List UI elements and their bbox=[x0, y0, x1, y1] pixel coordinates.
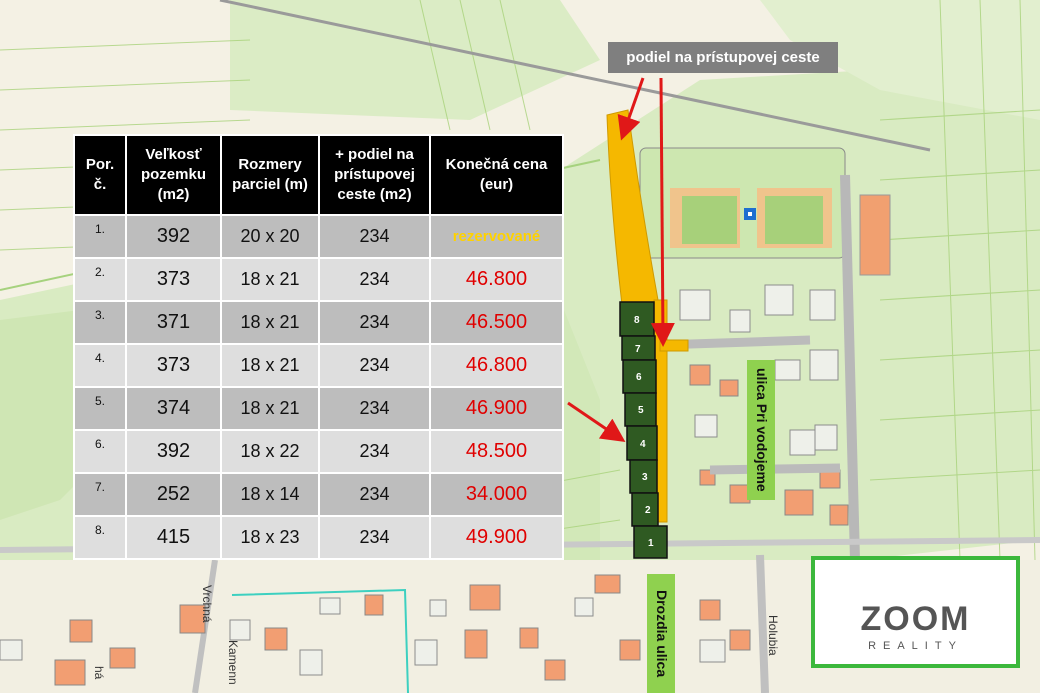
street-label-pri-vodojeme: ulica Pri vodojeme bbox=[747, 360, 775, 500]
row-share: 234 bbox=[318, 472, 431, 517]
row-size: 415 bbox=[125, 515, 222, 560]
row-share: 234 bbox=[318, 257, 431, 302]
table-row: 6. 392 18 x 22 234 48.500 bbox=[73, 429, 564, 474]
row-number: 3. bbox=[73, 300, 127, 345]
arrow-callout-right bbox=[650, 77, 675, 347]
street-label-drozdia: Drozdia ulica bbox=[647, 574, 675, 693]
row-size: 392 bbox=[125, 429, 222, 474]
row-price: 49.900 bbox=[429, 515, 564, 560]
plot-label-3: 3 bbox=[642, 472, 648, 483]
row-share: 234 bbox=[318, 515, 431, 560]
row-price: 46.900 bbox=[429, 386, 564, 431]
row-dims: 18 x 21 bbox=[220, 257, 320, 302]
row-size: 252 bbox=[125, 472, 222, 517]
row-number: 7. bbox=[73, 472, 127, 517]
table-header-row: Por. č. Veľkosť pozemku (m2) Rozmery par… bbox=[73, 134, 564, 216]
header-price: Konečná cena (eur) bbox=[429, 134, 564, 216]
row-number: 1. bbox=[73, 214, 127, 259]
row-dims: 18 x 21 bbox=[220, 343, 320, 388]
row-price: 46.500 bbox=[429, 300, 564, 345]
logo-word: ZOOM bbox=[860, 600, 971, 638]
row-price: 46.800 bbox=[429, 343, 564, 388]
plot-label-1: 1 bbox=[648, 538, 654, 549]
row-price: 34.000 bbox=[429, 472, 564, 517]
table-row: 8. 415 18 x 23 234 49.900 bbox=[73, 515, 564, 560]
plot-label-4: 4 bbox=[640, 439, 646, 450]
table-row: 3. 371 18 x 21 234 46.500 bbox=[73, 300, 564, 345]
row-size: 373 bbox=[125, 343, 222, 388]
row-dims: 18 x 21 bbox=[220, 386, 320, 431]
header-share: + podiel na prístupovej ceste (m2) bbox=[318, 134, 431, 216]
row-size: 373 bbox=[125, 257, 222, 302]
row-number: 6. bbox=[73, 429, 127, 474]
plot-label-7: 7 bbox=[635, 344, 641, 355]
logo-subtitle: REALITY bbox=[868, 640, 963, 652]
plot-price-table: Por. č. Veľkosť pozemku (m2) Rozmery par… bbox=[73, 134, 564, 560]
row-size: 374 bbox=[125, 386, 222, 431]
header-por: Por. č. bbox=[73, 134, 127, 216]
row-price: rezervované bbox=[429, 214, 564, 259]
table-row: 7. 252 18 x 14 234 34.000 bbox=[73, 472, 564, 517]
row-dims: 18 x 14 bbox=[220, 472, 320, 517]
row-dims: 18 x 22 bbox=[220, 429, 320, 474]
access-road-callout: podiel na prístupovej ceste bbox=[608, 42, 838, 73]
row-share: 234 bbox=[318, 343, 431, 388]
row-number: 8. bbox=[73, 515, 127, 560]
table-row: 1. 392 20 x 20 234 rezervované bbox=[73, 214, 564, 259]
row-share: 234 bbox=[318, 429, 431, 474]
row-number: 4. bbox=[73, 343, 127, 388]
plot-label-2: 2 bbox=[645, 505, 651, 516]
header-dims: Rozmery parciel (m) bbox=[220, 134, 320, 216]
plot-label-8: 8 bbox=[634, 315, 640, 326]
zoom-reality-logo: ZOOM REALITY bbox=[811, 556, 1020, 668]
header-size: Veľkosť pozemku (m2) bbox=[125, 134, 222, 216]
row-dims: 18 x 23 bbox=[220, 515, 320, 560]
street-label-kamenna: Kamenn bbox=[226, 640, 240, 685]
row-price: 46.800 bbox=[429, 257, 564, 302]
row-price: 48.500 bbox=[429, 429, 564, 474]
row-share: 234 bbox=[318, 214, 431, 259]
plot-label-6: 6 bbox=[636, 372, 642, 383]
row-share: 234 bbox=[318, 300, 431, 345]
row-number: 2. bbox=[73, 257, 127, 302]
row-size: 371 bbox=[125, 300, 222, 345]
row-size: 392 bbox=[125, 214, 222, 259]
row-dims: 18 x 21 bbox=[220, 300, 320, 345]
street-label-holubia: Holubia bbox=[766, 615, 780, 656]
table-row: 2. 373 18 x 21 234 46.800 bbox=[73, 257, 564, 302]
table-row: 5. 374 18 x 21 234 46.900 bbox=[73, 386, 564, 431]
row-share: 234 bbox=[318, 386, 431, 431]
row-dims: 20 x 20 bbox=[220, 214, 320, 259]
street-label-vrchna: Vrchná bbox=[200, 585, 214, 623]
plot-label-5: 5 bbox=[638, 405, 644, 416]
table-row: 4. 373 18 x 21 234 46.800 bbox=[73, 343, 564, 388]
street-label-ha: há bbox=[92, 666, 106, 680]
row-number: 5. bbox=[73, 386, 127, 431]
